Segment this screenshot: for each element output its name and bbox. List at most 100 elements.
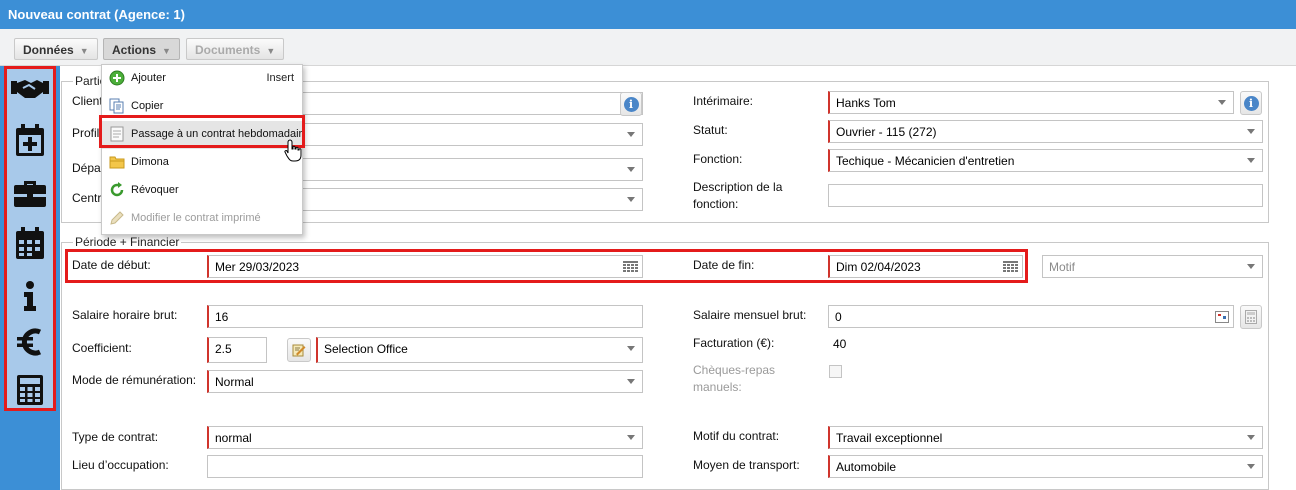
- chevron-down-icon: [1247, 158, 1255, 163]
- chevron-down-icon: [1247, 464, 1255, 469]
- calendar-icon[interactable]: [623, 261, 638, 276]
- salaire-calculator-button[interactable]: [1240, 305, 1262, 329]
- date-fin-value: Dim 02/04/2023: [836, 260, 921, 274]
- date-debut-input[interactable]: Mer 29/03/2023: [207, 255, 643, 278]
- type-contrat-select[interactable]: normal: [207, 426, 643, 449]
- client-info-button[interactable]: i: [620, 92, 642, 116]
- chevron-down-icon: [1218, 100, 1226, 105]
- menu-item-passage-hebdomadaire[interactable]: Passage à un contrat hebdomadair: [102, 121, 302, 149]
- pencil-icon: [109, 210, 125, 226]
- lieu-input[interactable]: [207, 455, 643, 478]
- menu-item-shortcut: Insert: [266, 72, 294, 84]
- actions-menu-button[interactable]: Actions ▼: [103, 38, 180, 60]
- documents-menu-button[interactable]: Documents ▼: [186, 38, 285, 60]
- transport-value: Automobile: [836, 460, 897, 474]
- salaire-horaire-label: Salaire horaire brut:: [72, 308, 178, 322]
- menu-item-copier[interactable]: Copier: [102, 93, 302, 121]
- calculator-icon: [1245, 310, 1257, 324]
- mode-remuneration-select[interactable]: Normal: [207, 370, 643, 393]
- menu-item-label: Ajouter: [131, 72, 166, 84]
- motif-select[interactable]: Motif: [1042, 255, 1263, 278]
- menu-item-label: Dimona: [131, 156, 169, 168]
- fonction-select[interactable]: Techique - Mécanicien d'entretien: [828, 149, 1263, 172]
- documents-label: Documents: [195, 43, 261, 57]
- info-icon[interactable]: [7, 281, 53, 311]
- actions-label: Actions: [112, 43, 157, 57]
- revoke-icon: [109, 182, 125, 198]
- menu-item-label: Modifier le contrat imprimé: [131, 212, 261, 224]
- actions-dropdown-menu: Ajouter Insert Copier Passage à un contr…: [101, 64, 303, 235]
- description-label: Description de la fonction:: [693, 180, 783, 211]
- interimaire-info-button[interactable]: i: [1240, 91, 1262, 115]
- client-label: Client: [72, 94, 103, 108]
- salaire-horaire-input[interactable]: 16: [207, 305, 643, 328]
- transport-label: Moyen de transport:: [693, 458, 800, 472]
- profil-label: Profil: [72, 126, 100, 140]
- chevron-down-icon: [627, 379, 635, 384]
- date-debut-value: Mer 29/03/2023: [215, 260, 300, 274]
- chevron-down-icon: [1247, 129, 1255, 134]
- toolbar: Données ▼ Actions ▼ Documents ▼: [0, 29, 1296, 66]
- coefficient-input[interactable]: 2.5: [207, 337, 267, 363]
- info-icon: i: [1243, 95, 1259, 111]
- handshake-icon[interactable]: [7, 76, 53, 100]
- hand-cursor-icon: [284, 139, 304, 166]
- statut-select[interactable]: Ouvrier - 115 (272): [828, 120, 1263, 143]
- donnees-label: Données: [23, 43, 74, 57]
- lieu-label: Lieu d’occupation:: [72, 458, 169, 472]
- cheques-repas-checkbox[interactable]: [829, 365, 842, 378]
- salaire-mensuel-input[interactable]: 0: [828, 305, 1234, 328]
- coefficient-select[interactable]: Selection Office: [316, 337, 643, 363]
- calculator-icon[interactable]: [7, 375, 53, 405]
- chevron-down-icon: [627, 346, 635, 351]
- chevron-down-icon: ▼: [266, 46, 276, 56]
- motif-contrat-value: Travail exceptionnel: [836, 431, 943, 445]
- fonction-label: Fonction:: [693, 152, 743, 166]
- date-debut-label: Date de début:: [72, 258, 151, 272]
- statut-label: Statut:: [693, 123, 728, 137]
- calendar-icon[interactable]: [7, 227, 53, 259]
- menu-item-ajouter[interactable]: Ajouter Insert: [102, 65, 302, 93]
- chevron-down-icon: ▼: [162, 46, 171, 56]
- edit-note-icon: [292, 344, 306, 357]
- periode-legend: Période + Financier: [73, 235, 182, 249]
- interimaire-value: Hanks Tom: [836, 96, 896, 110]
- motif-placeholder: Motif: [1049, 260, 1076, 274]
- statut-value: Ouvrier - 115 (272): [836, 125, 937, 139]
- facturation-value: 40: [833, 337, 847, 351]
- transport-select[interactable]: Automobile: [828, 455, 1263, 478]
- euro-icon[interactable]: [7, 327, 53, 357]
- periode-group: [61, 242, 1269, 490]
- calculator-field-icon[interactable]: [1215, 311, 1229, 326]
- chevron-down-icon: [1247, 264, 1255, 269]
- fonction-value: Techique - Mécanicien d'entretien: [836, 154, 1015, 168]
- menu-item-modifier-contrat[interactable]: Modifier le contrat imprimé: [102, 205, 302, 233]
- type-contrat-value: normal: [215, 431, 252, 445]
- chevron-down-icon: [627, 132, 635, 137]
- description-input[interactable]: [828, 184, 1263, 207]
- briefcase-icon[interactable]: [7, 179, 53, 207]
- date-fin-label: Date de fin:: [693, 258, 755, 272]
- calendar-plus-icon[interactable]: [7, 124, 53, 156]
- coefficient-edit-button[interactable]: [287, 338, 311, 362]
- motif-contrat-select[interactable]: Travail exceptionnel: [828, 426, 1263, 449]
- chevron-down-icon: ▼: [79, 46, 89, 56]
- date-fin-input[interactable]: Dim 02/04/2023: [828, 255, 1023, 278]
- menu-item-label: Passage à un contrat hebdomadair: [131, 128, 303, 140]
- motif-contrat-label: Motif du contrat:: [693, 429, 780, 443]
- sidebar: [0, 66, 60, 490]
- menu-item-revoquer[interactable]: Révoquer: [102, 177, 302, 205]
- chevron-down-icon: [627, 167, 635, 172]
- calendar-icon[interactable]: [1003, 261, 1018, 276]
- mode-remuneration-value: Normal: [215, 375, 254, 389]
- menu-item-dimona[interactable]: Dimona: [102, 149, 302, 177]
- folder-icon: [109, 154, 125, 170]
- departement-label: Dépar: [72, 161, 105, 175]
- donnees-menu-button[interactable]: Données ▼: [14, 38, 98, 60]
- chevron-down-icon: [1247, 435, 1255, 440]
- salaire-mensuel-value: 0: [835, 310, 842, 324]
- copy-icon: [109, 98, 125, 114]
- interimaire-select[interactable]: Hanks Tom: [828, 91, 1234, 114]
- sidebar-nav: [4, 66, 56, 411]
- coefficient-select-value: Selection Office: [324, 342, 408, 356]
